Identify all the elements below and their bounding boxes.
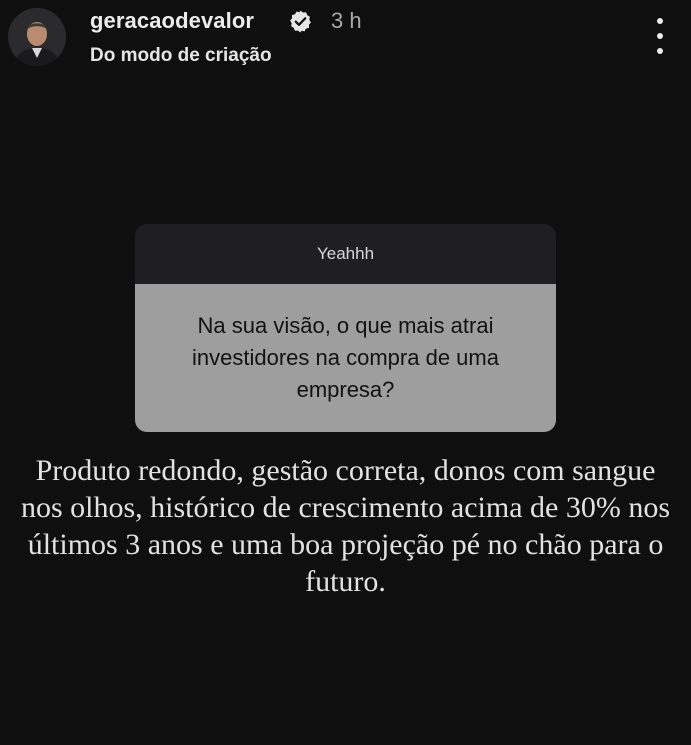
- more-dot: [657, 18, 663, 24]
- creation-mode-label[interactable]: Do modo de criação: [90, 45, 272, 67]
- answer-text: Produto redondo, gestão correta, donos c…: [20, 454, 670, 598]
- more-dot: [657, 33, 663, 39]
- question-sticker-title: Yeahhh: [135, 224, 556, 284]
- story-header: geracaodevalor 3 h Do modo de criação: [0, 0, 691, 80]
- question-sticker: Yeahhh Na sua visão, o que mais atrai in…: [135, 224, 556, 432]
- post-time: 3 h: [331, 8, 362, 33]
- avatar[interactable]: [8, 8, 66, 66]
- more-vertical-icon[interactable]: [650, 18, 670, 54]
- more-dot: [657, 48, 663, 54]
- question-text: Na sua visão, o que mais atrai investido…: [135, 284, 556, 432]
- verified-badge-icon: [288, 9, 313, 34]
- username[interactable]: geracaodevalor: [90, 8, 254, 34]
- profile-photo-icon: [8, 8, 66, 66]
